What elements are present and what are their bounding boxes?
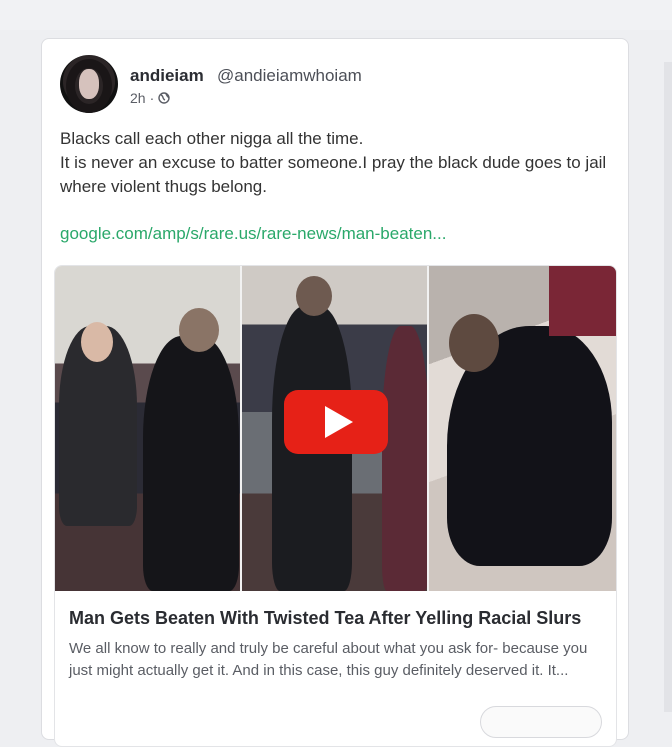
play-icon <box>325 406 353 438</box>
play-button[interactable] <box>284 390 388 454</box>
author-name[interactable]: andieiam <box>130 66 204 86</box>
meta-separator: · <box>149 90 155 106</box>
post-body: Blacks call each other nigga all the tim… <box>60 127 620 199</box>
person-head <box>295 276 332 316</box>
link-preview-card[interactable]: Man Gets Beaten With Twisted Tea After Y… <box>54 265 617 747</box>
top-bar <box>0 0 672 30</box>
avatar-face <box>79 69 99 99</box>
post-link[interactable]: google.com/amp/s/rare.us/rare-news/man-b… <box>60 224 446 244</box>
person-figure <box>143 336 239 591</box>
thumbnail-panel <box>429 266 616 591</box>
post-time[interactable]: 2h <box>130 90 146 106</box>
store-shelf <box>549 266 616 336</box>
preview-title[interactable]: Man Gets Beaten With Twisted Tea After Y… <box>69 608 581 629</box>
person-head <box>449 314 500 372</box>
post-meta: 2h · <box>130 90 170 106</box>
scrollbar-track[interactable] <box>664 62 672 712</box>
post-card: andieiam @andieiamwhoiam 2h · Blacks cal… <box>41 38 629 747</box>
thumbnail-panel <box>55 266 240 591</box>
globe-icon <box>158 92 170 104</box>
avatar[interactable] <box>60 55 118 113</box>
author-handle[interactable]: @andieiamwhoiam <box>217 66 362 86</box>
person-head <box>81 322 113 362</box>
post-line: It is never an excuse to batter someone.… <box>60 153 607 196</box>
preview-description: We all know to really and truly be caref… <box>69 640 588 679</box>
store-shelf <box>381 326 428 591</box>
person-head <box>179 308 219 352</box>
preview-action-button[interactable] <box>480 706 602 738</box>
post-line: Blacks call each other nigga all the tim… <box>60 129 364 148</box>
